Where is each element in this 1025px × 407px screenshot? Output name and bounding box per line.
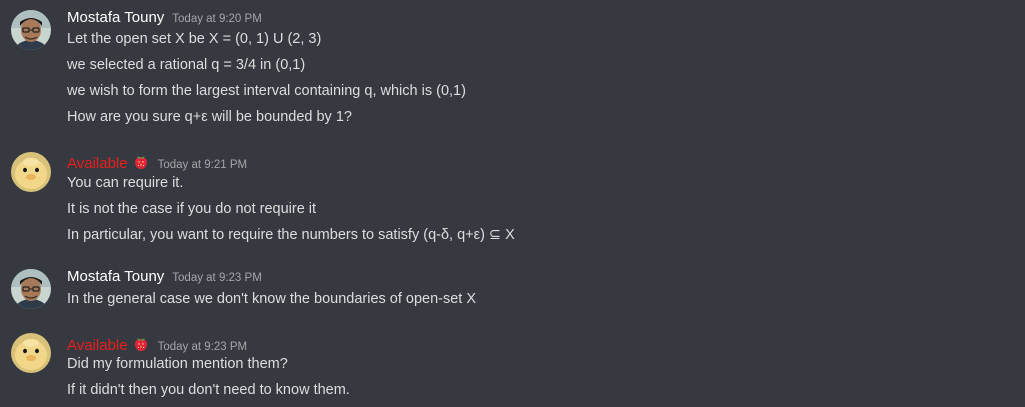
message-line: If it didn't then you don't need to know… xyxy=(67,382,350,398)
message-line: You can require it. xyxy=(67,175,184,191)
message-timestamp: Today at 9:23 PM xyxy=(157,341,248,353)
user-avatar[interactable] xyxy=(11,269,51,309)
message-line: How are you sure q+ε will be bounded by … xyxy=(67,109,352,125)
user-avatar[interactable] xyxy=(11,10,51,50)
message-line: In the general case we don't know the bo… xyxy=(67,291,477,307)
message-timestamp: Today at 9:21 PM xyxy=(157,159,248,171)
message-header: Mostafa Touny Today at 9:23 PM xyxy=(67,268,262,288)
message-line: Did my formulation mention them? xyxy=(67,356,288,372)
author-name[interactable]: Mostafa Touny xyxy=(67,9,164,26)
message-line: Let the open set X be X = (0, 1) U (2, 3… xyxy=(67,31,322,47)
message-line: we selected a rational q = 3/4 in (0,1) xyxy=(67,57,306,73)
duckling-avatar-icon xyxy=(11,333,51,373)
strawberry-icon xyxy=(132,153,150,171)
message-timestamp: Today at 9:20 PM xyxy=(172,13,262,25)
message-line: we wish to form the largest interval con… xyxy=(67,83,466,99)
user-avatar[interactable] xyxy=(11,152,51,192)
author-name[interactable]: Available xyxy=(67,155,128,172)
duckling-avatar-icon xyxy=(11,152,51,192)
message-header: Available Today at 9:21 PM xyxy=(67,150,248,172)
author-name[interactable]: Mostafa Touny xyxy=(67,268,164,285)
author-name[interactable]: Available xyxy=(67,337,128,354)
message-line: In particular, you want to require the n… xyxy=(67,227,515,243)
message-line: It is not the case if you do not require… xyxy=(67,201,317,217)
message-timestamp: Today at 9:23 PM xyxy=(172,272,262,284)
user-avatar[interactable] xyxy=(11,333,51,373)
man-glasses-avatar-icon xyxy=(11,10,51,50)
man-glasses-avatar-icon xyxy=(11,269,51,309)
message-header: Available Today at 9:23 PM xyxy=(67,332,248,354)
message-header: Mostafa Touny Today at 9:20 PM xyxy=(67,9,262,29)
strawberry-icon xyxy=(132,335,150,353)
